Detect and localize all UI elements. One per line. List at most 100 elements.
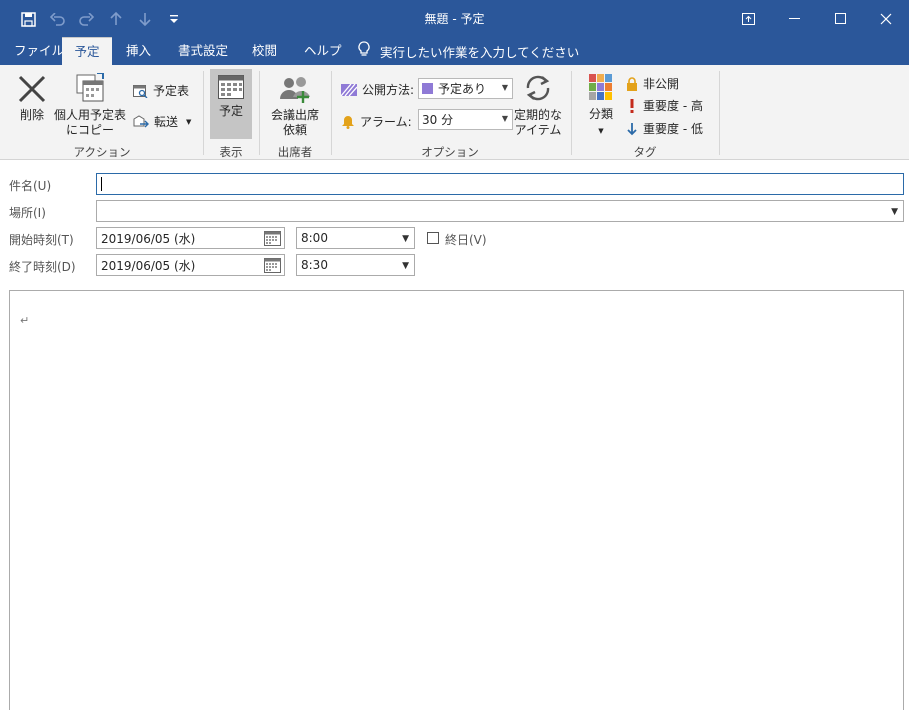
text-cursor xyxy=(101,177,102,191)
body-editor[interactable]: ↵ xyxy=(9,290,904,710)
delete-button[interactable]: 削除 xyxy=(14,75,50,123)
copy-label-1: 個人用予定表 xyxy=(53,108,126,122)
group-label-options: オプション xyxy=(421,145,479,159)
reminder-label-row: アラーム: xyxy=(341,113,412,130)
reminder-label: アラーム: xyxy=(360,115,412,129)
start-date-input[interactable]: 2019/06/05 (水) xyxy=(96,227,285,249)
copy-label-2: にコピー xyxy=(65,123,114,137)
customize-icon[interactable] xyxy=(159,8,188,30)
reminder-select[interactable]: 30 分 ▼ xyxy=(418,109,513,130)
window-controls xyxy=(725,0,909,37)
delete-label: 削除 xyxy=(19,108,44,122)
forward-dropdown-icon: ▼ xyxy=(186,117,192,126)
private-label: 非公開 xyxy=(643,77,680,91)
tab-help[interactable]: ヘルプ xyxy=(302,37,344,65)
calendar-grid-icon xyxy=(218,75,244,99)
tab-format[interactable]: 書式設定 xyxy=(176,37,230,65)
bell-icon xyxy=(342,115,354,129)
categorize-label: 分類 xyxy=(588,107,613,121)
recurrence-button[interactable]: 定期的な アイテム xyxy=(514,73,562,138)
meeting-label-1: 会議出席 xyxy=(270,108,319,122)
calendar-picker-icon[interactable] xyxy=(264,231,281,249)
forward-icon xyxy=(133,114,149,127)
all-day-checkbox[interactable] xyxy=(427,232,439,244)
start-time-select[interactable]: 8:00 ▼ xyxy=(296,227,415,249)
chevron-down-icon: ▼ xyxy=(402,261,409,271)
private-button[interactable]: 非公開 xyxy=(626,75,679,92)
group-label-tags: タグ xyxy=(633,145,657,159)
tab-appointment[interactable]: 予定 xyxy=(62,37,112,65)
maximize-icon[interactable] xyxy=(817,0,863,37)
close-icon[interactable] xyxy=(863,0,909,37)
copy-calendar-icon xyxy=(76,73,104,102)
start-time-value: 8:00 xyxy=(301,231,328,245)
forward-label: 転送 xyxy=(154,115,179,129)
high-importance-button[interactable]: 重要度 - 高 xyxy=(626,97,703,114)
invite-attendees-button[interactable]: 会議出席 依頼 xyxy=(266,75,324,138)
chevron-down-icon[interactable]: ▼ xyxy=(891,207,898,217)
up-arrow-icon[interactable] xyxy=(101,8,130,30)
ribbon-tabs: ファイル 予定 挿入 書式設定 校閲 ヘルプ 実行したい作業を入力してください xyxy=(0,37,909,65)
ribbon: 削除 個人用予定表 にコピー 予定表 転送 ▼ アクション 予定 表示 会議出席… xyxy=(0,65,909,160)
group-separator xyxy=(203,71,204,155)
tab-insert[interactable]: 挿入 xyxy=(124,37,153,65)
all-day-label: 終日(V) xyxy=(445,233,487,247)
low-importance-button[interactable]: 重要度 - 低 xyxy=(626,120,703,137)
categorize-button[interactable]: 分類 ▼ xyxy=(584,74,618,139)
ribbon-display-icon[interactable] xyxy=(725,0,771,37)
appointment-view-button[interactable]: 予定 xyxy=(212,75,250,119)
calendar-label: 予定表 xyxy=(153,84,190,98)
tab-review[interactable]: 校閲 xyxy=(250,37,279,65)
undo-icon[interactable] xyxy=(43,8,72,30)
save-icon[interactable] xyxy=(14,8,43,30)
recurrence-label-2: アイテム xyxy=(514,123,562,137)
location-input[interactable]: ▼ xyxy=(96,200,904,222)
categorize-icon xyxy=(589,74,612,100)
show-as-label: 公開方法: xyxy=(362,83,415,97)
high-importance-label: 重要度 - 高 xyxy=(643,99,703,113)
subject-label: 件名(U) xyxy=(9,179,52,193)
chevron-down-icon: ▼ xyxy=(501,114,508,123)
categorize-dropdown-icon: ▼ xyxy=(598,127,604,135)
tell-me-text: 実行したい作業を入力してください xyxy=(380,44,580,60)
calendar-picker-icon[interactable] xyxy=(264,258,281,276)
start-date-value: 2019/06/05 (水) xyxy=(101,231,196,246)
down-arrow-icon[interactable] xyxy=(130,8,159,30)
end-time-value: 8:30 xyxy=(301,258,328,272)
title-bar: 無題 - 予定 xyxy=(0,0,909,37)
group-separator xyxy=(719,71,720,155)
minimize-icon[interactable] xyxy=(771,0,817,37)
end-date-value: 2019/06/05 (水) xyxy=(101,258,196,273)
lightbulb-icon xyxy=(358,41,370,61)
busy-color-icon xyxy=(422,83,433,94)
group-separator xyxy=(331,71,332,155)
reminder-value: 30 分 xyxy=(422,113,454,127)
show-as-icon xyxy=(341,83,357,96)
lock-icon xyxy=(627,76,637,91)
group-label-show: 表示 xyxy=(219,145,243,159)
location-label: 場所(I) xyxy=(9,206,46,220)
end-time-label: 終了時刻(D) xyxy=(9,260,76,274)
chevron-down-icon: ▼ xyxy=(501,83,508,92)
show-as-label-row: 公開方法: xyxy=(341,81,414,98)
start-time-label: 開始時刻(T) xyxy=(9,233,74,247)
delete-icon xyxy=(18,75,46,103)
quick-access-toolbar xyxy=(14,8,188,30)
end-date-input[interactable]: 2019/06/05 (水) xyxy=(96,254,285,276)
calendar-button[interactable]: 予定表 xyxy=(133,82,189,99)
calendar-search-icon xyxy=(133,84,148,98)
appointment-form: 件名(U) 場所(I) ▼ 開始時刻(T) 2019/06/05 (水) 8:0… xyxy=(0,161,909,710)
subject-input[interactable] xyxy=(96,173,904,195)
end-time-select[interactable]: 8:30 ▼ xyxy=(296,254,415,276)
forward-button[interactable]: 転送 ▼ xyxy=(133,113,191,130)
meeting-label-2: 依頼 xyxy=(282,123,307,137)
tab-file[interactable]: ファイル xyxy=(12,37,66,65)
exclamation-icon xyxy=(630,98,634,113)
redo-icon[interactable] xyxy=(72,8,101,30)
show-as-select[interactable]: 予定あり ▼ xyxy=(418,78,513,99)
group-label-attendees: 出席者 xyxy=(277,145,313,159)
group-separator xyxy=(571,71,572,155)
appointment-view-label: 予定 xyxy=(218,104,243,118)
copy-to-calendar-button[interactable]: 個人用予定表 にコピー xyxy=(52,73,128,138)
tell-me-box[interactable]: 実行したい作業を入力してください xyxy=(358,37,579,65)
